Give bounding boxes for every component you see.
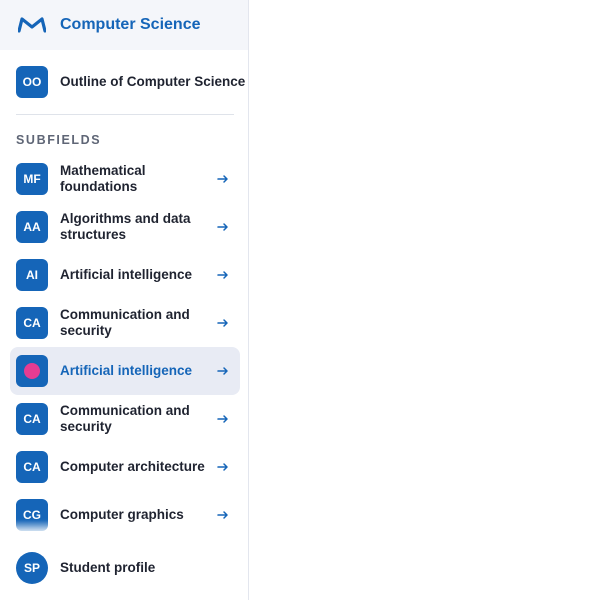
subfield-badge: AA [16, 211, 48, 243]
arrow-right-icon[interactable] [216, 508, 230, 522]
subfield-item-artificial-intelligence-active[interactable]: Artificial intelligence [10, 347, 240, 395]
subfield-badge: CA [16, 307, 48, 339]
subfield-item-communication-security[interactable]: CA Communication and security [0, 299, 248, 347]
student-profile-link[interactable]: SP Student profile [0, 536, 248, 600]
subfield-label: Communication and security [60, 403, 190, 434]
sidebar-header: Computer Science [0, 0, 248, 50]
student-profile-label: Student profile [60, 560, 156, 575]
arrow-right-icon[interactable] [216, 220, 230, 234]
subfield-badge: MF [16, 163, 48, 195]
subfield-badge: CA [16, 403, 48, 435]
subfield-item-artificial-intelligence[interactable]: AI Artificial intelligence [0, 251, 248, 299]
subfield-item-communication-security-2[interactable]: CA Communication and security [0, 395, 248, 443]
arrow-right-icon[interactable] [216, 316, 230, 330]
subfield-item-computer-architecture[interactable]: CA Computer architecture [0, 443, 248, 491]
subfield-label: Algorithms and data structures [60, 211, 191, 242]
subfield-badge: CA [16, 451, 48, 483]
avatar: SP [16, 552, 48, 584]
subfield-item-mathematical-foundations[interactable]: MF Mathematical foundations [0, 155, 248, 203]
subfield-item-algorithms[interactable]: AA Algorithms and data structures [0, 203, 248, 251]
arrow-right-icon[interactable] [216, 268, 230, 282]
arrow-right-icon[interactable] [216, 412, 230, 426]
subfield-label: Artificial intelligence [60, 363, 193, 378]
main-content [249, 0, 600, 600]
page-title[interactable]: Computer Science [60, 16, 200, 34]
subfield-item-computer-graphics[interactable]: CG Computer graphics [0, 491, 248, 539]
subfield-label: Communication and security [60, 307, 190, 338]
sidebar: Computer Science OO Outline of Computer … [0, 0, 249, 600]
arrow-right-icon[interactable] [216, 172, 230, 186]
subfields-heading: SUBFIELDS [16, 133, 102, 147]
subfield-label: Artificial intelligence [60, 267, 193, 282]
subfield-label: Computer architecture [60, 459, 205, 474]
arrow-right-icon[interactable] [216, 364, 230, 378]
m-logo-icon [18, 17, 46, 33]
subfields-list: MF Mathematical foundations AA Algorithm… [0, 155, 248, 539]
subfield-badge-active [16, 355, 48, 387]
outline-badge: OO [16, 66, 48, 98]
subfield-label: Computer graphics [60, 507, 184, 522]
subfield-badge: AI [16, 259, 48, 291]
subfield-badge: CG [16, 499, 48, 531]
subfield-label: Mathematical foundations [60, 163, 146, 194]
arrow-right-icon[interactable] [216, 460, 230, 474]
outline-label: Outline of Computer Science [60, 74, 246, 89]
outline-link[interactable]: OO Outline of Computer Science [0, 50, 248, 114]
active-dot-icon [24, 363, 40, 379]
